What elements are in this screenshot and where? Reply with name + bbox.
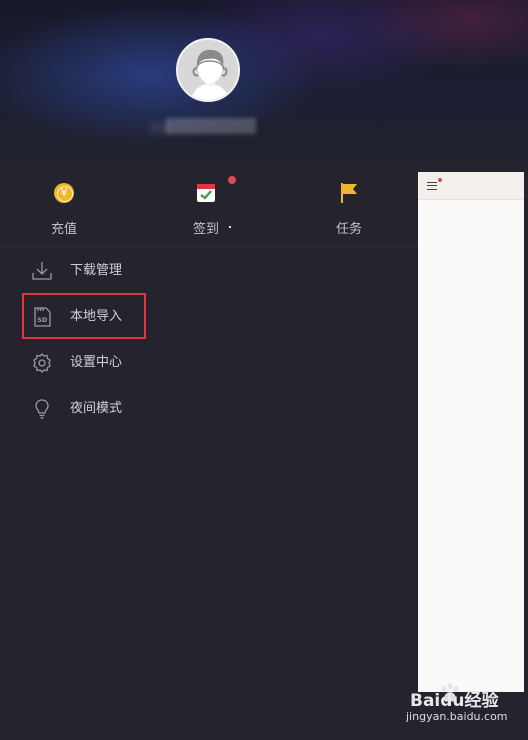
tasks-button[interactable]: 任务 (309, 181, 389, 241)
watermark-url: jingyan.baidu.com (406, 710, 508, 723)
coin-symbol: ¥ (60, 186, 68, 199)
watermark-brand: Baidu经验 (410, 691, 499, 711)
profile-header (0, 0, 528, 165)
checkin-button[interactable]: 签到 (166, 181, 246, 241)
baidu-jingyan-watermark: Baidu经验 jingyan.baidu.com (400, 680, 528, 736)
checkin-label: 签到 (192, 222, 219, 237)
yuan-coin-icon: ¥ (52, 181, 76, 205)
username-blurred (166, 118, 256, 134)
checkin-badge-dot (228, 176, 236, 184)
main-topbar (418, 172, 524, 200)
menu-item-night-mode[interactable]: 夜间模式 (0, 386, 418, 432)
hamburger-menu-icon[interactable] (427, 182, 437, 190)
menu-item-label: 下载管理 (70, 263, 123, 278)
menu-item-settings[interactable]: 设置中心 (0, 340, 418, 386)
lightbulb-icon (30, 397, 54, 421)
menu-item-download-manager[interactable]: 下载管理 (0, 248, 418, 294)
gear-icon (30, 351, 54, 375)
recharge-button[interactable]: ¥ 充值 (24, 181, 104, 241)
download-icon (30, 259, 54, 283)
main-content-peek[interactable] (418, 172, 524, 692)
avatar[interactable] (176, 38, 240, 102)
quick-actions-bar: ¥ 充值 签到 任务 (0, 165, 418, 247)
calendar-check-icon (194, 181, 218, 205)
user-avatar-icon (178, 40, 238, 100)
menu-item-label: 夜间模式 (70, 401, 123, 416)
flag-icon (337, 181, 361, 205)
recharge-label: 充值 (50, 222, 77, 237)
tasks-label: 任务 (335, 222, 362, 237)
highlight-annotation (22, 293, 146, 339)
menu-notification-dot (438, 178, 442, 182)
stray-dot (229, 226, 231, 228)
menu-item-label: 设置中心 (70, 355, 123, 370)
